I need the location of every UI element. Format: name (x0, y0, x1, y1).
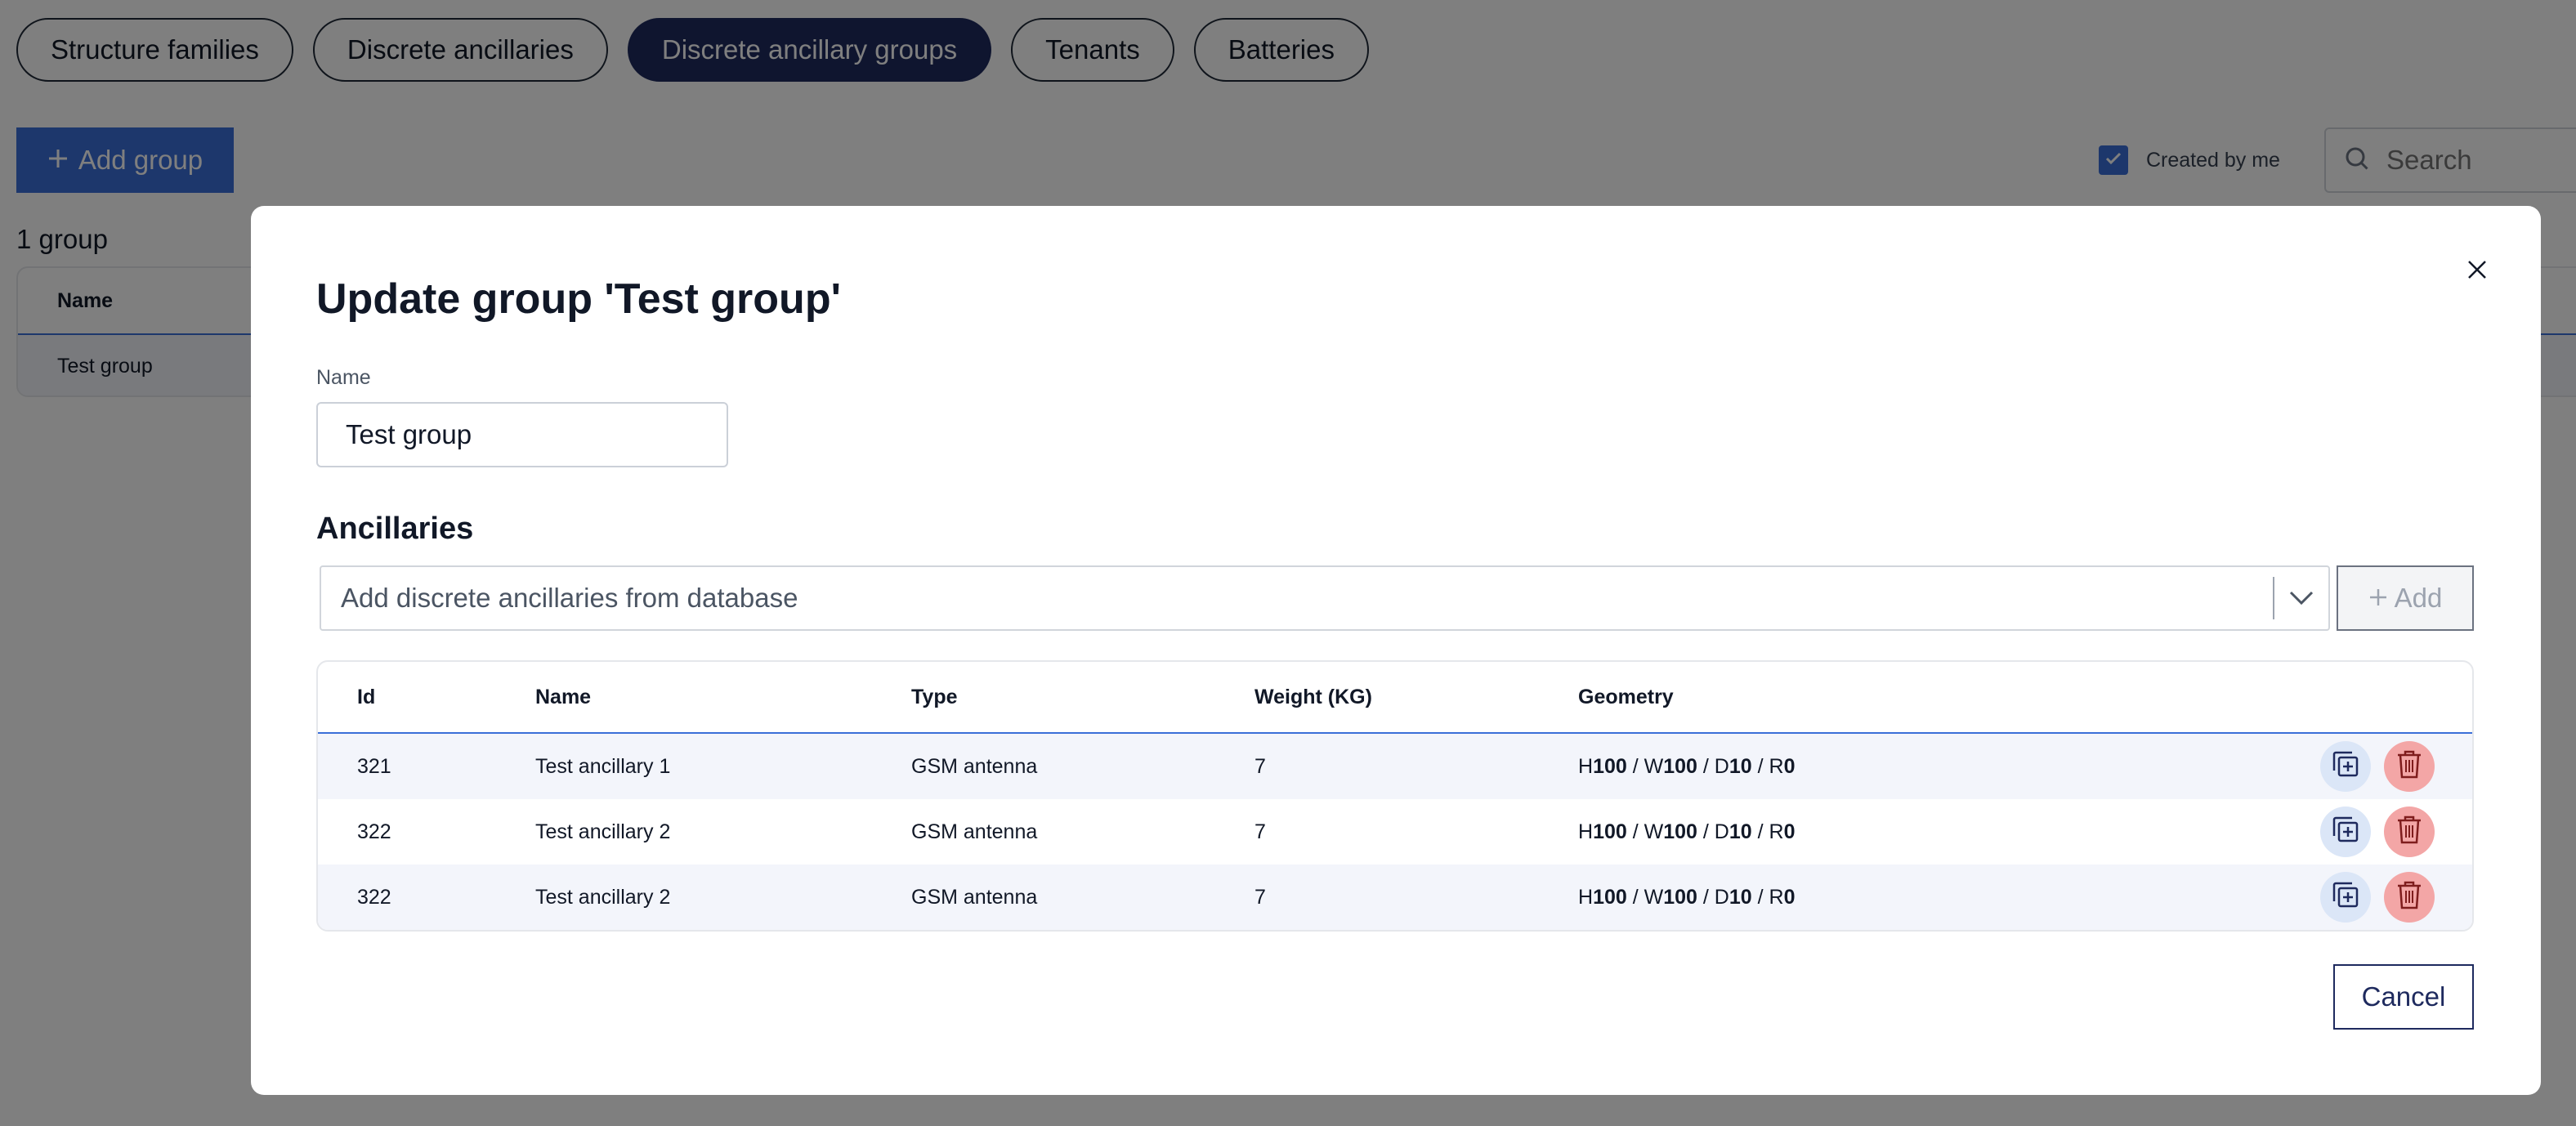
weight-cell: 7 (1254, 754, 1266, 778)
type-cell: GSM antenna (911, 754, 1038, 778)
geometry-cell: H100 / W100 / D10 / R0 (1578, 820, 1796, 843)
duplicate-icon (2329, 878, 2362, 917)
name-cell: Test ancillary 2 (535, 820, 671, 843)
name-cell: Test ancillary 1 (535, 754, 671, 778)
name-cell: Test ancillary 2 (535, 885, 671, 909)
column-header-weight: Weight (KG) (1254, 685, 1372, 708)
geometry-r: 0 (1783, 820, 1796, 843)
trash-icon (2395, 878, 2424, 917)
row-actions (2320, 807, 2435, 857)
ancillary-select[interactable]: Add discrete ancillaries from database (320, 565, 2330, 631)
geometry-w: 100 (1663, 820, 1697, 843)
column-header-id: Id (357, 685, 376, 708)
id-cell: 322 (357, 820, 391, 843)
duplicate-button[interactable] (2320, 807, 2371, 857)
geometry-d: 10 (1729, 885, 1752, 909)
ancillaries-table-header: Id Name Type Weight (KG) Geometry (318, 662, 2472, 734)
duplicate-icon (2329, 748, 2362, 786)
add-ancillary-button[interactable]: Add (2337, 565, 2474, 631)
geometry-cell: H100 / W100 / D10 / R0 (1578, 885, 1796, 909)
geometry-h: 100 (1593, 754, 1627, 778)
id-cell: 322 (357, 885, 391, 909)
delete-button[interactable] (2384, 807, 2435, 857)
cancel-button[interactable]: Cancel (2333, 964, 2474, 1030)
duplicate-button[interactable] (2320, 741, 2371, 792)
geometry-cell: H100 / W100 / D10 / R0 (1578, 754, 1796, 778)
geometry-h: 100 (1593, 885, 1627, 909)
geometry-w: 100 (1663, 885, 1697, 909)
ancillaries-section-title: Ancillaries (316, 512, 474, 546)
close-button[interactable] (2462, 257, 2492, 286)
geometry-r: 0 (1783, 754, 1796, 778)
modal-title: Update group 'Test group' (316, 275, 841, 323)
close-icon (2466, 259, 2488, 284)
geometry-d: 10 (1729, 754, 1752, 778)
delete-button[interactable] (2384, 741, 2435, 792)
id-cell: 321 (357, 754, 391, 778)
table-row: 321 Test ancillary 1 GSM antenna 7 H100 … (318, 734, 2472, 799)
trash-icon (2395, 813, 2424, 851)
geometry-d: 10 (1729, 820, 1752, 843)
column-header-type: Type (911, 685, 958, 708)
duplicate-icon (2329, 813, 2362, 851)
column-header-geometry: Geometry (1578, 685, 1674, 708)
type-cell: GSM antenna (911, 885, 1038, 909)
duplicate-button[interactable] (2320, 872, 2371, 923)
add-ancillary-label: Add (2394, 583, 2443, 613)
ancillaries-table: Id Name Type Weight (KG) Geometry 321 Te… (316, 660, 2474, 932)
geometry-h: 100 (1593, 820, 1627, 843)
row-actions (2320, 741, 2435, 792)
name-label: Name (316, 366, 371, 389)
column-header-name: Name (535, 685, 592, 708)
name-input[interactable] (316, 402, 728, 467)
update-group-modal: Update group 'Test group' Name Ancillari… (251, 206, 2541, 1095)
chevron-down-icon[interactable] (2274, 566, 2328, 630)
table-row: 322 Test ancillary 2 GSM antenna 7 H100 … (318, 865, 2472, 930)
geometry-r: 0 (1783, 885, 1796, 909)
weight-cell: 7 (1254, 820, 1266, 843)
delete-button[interactable] (2384, 872, 2435, 923)
weight-cell: 7 (1254, 885, 1266, 909)
ancillary-select-placeholder: Add discrete ancillaries from database (341, 583, 798, 613)
geometry-w: 100 (1663, 754, 1697, 778)
table-row: 322 Test ancillary 2 GSM antenna 7 H100 … (318, 799, 2472, 865)
row-actions (2320, 872, 2435, 923)
type-cell: GSM antenna (911, 820, 1038, 843)
plus-icon (2368, 583, 2388, 614)
trash-icon (2395, 748, 2424, 786)
